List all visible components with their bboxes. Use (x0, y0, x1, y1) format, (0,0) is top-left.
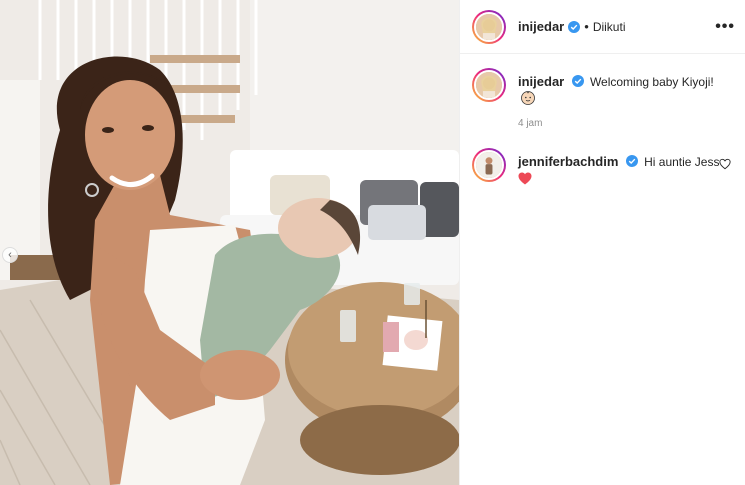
more-options-icon[interactable]: ••• (715, 18, 735, 36)
author-avatar[interactable] (472, 9, 506, 44)
chevron-left-icon: ‹ (8, 249, 12, 261)
post-header: inijedar • Diikuti ••• (460, 0, 745, 54)
comment-item: jenniferbachdim Hi auntie Jess (472, 148, 733, 189)
commenter-username[interactable]: jenniferbachdim (518, 154, 618, 169)
comment-text: Hi auntie Jess (644, 155, 720, 169)
caption-username[interactable]: inijedar (518, 74, 564, 89)
comments-list: inijedar Welcoming baby Kiyoji! 4 jam je… (460, 54, 745, 219)
photo-illustration (0, 0, 459, 485)
follow-status[interactable]: Diikuti (593, 20, 626, 34)
verified-badge-icon (568, 20, 581, 33)
commenter-avatar[interactable] (472, 148, 506, 182)
author-username[interactable]: inijedar (518, 19, 564, 34)
heart-outline-icon[interactable] (719, 158, 731, 170)
caption-comment: inijedar Welcoming baby Kiyoji! 4 jam (472, 68, 733, 132)
post-sidebar: inijedar • Diikuti ••• inijedar Welcomin… (459, 0, 745, 485)
carousel-prev-button[interactable]: ‹ (2, 247, 18, 263)
red-heart-icon (518, 172, 532, 185)
caption-text: Welcoming baby Kiyoji! (589, 75, 714, 89)
verified-badge-icon (625, 155, 638, 167)
verified-badge-icon (571, 75, 584, 87)
instagram-post: ‹ inijedar • Diikuti ••• inijedar Welcom… (0, 0, 745, 485)
separator-dot: • (584, 19, 589, 34)
post-photo[interactable]: ‹ (0, 0, 459, 485)
baby-face-icon (521, 91, 535, 105)
caption-avatar[interactable] (472, 68, 506, 102)
caption-timestamp: 4 jam (518, 118, 543, 129)
